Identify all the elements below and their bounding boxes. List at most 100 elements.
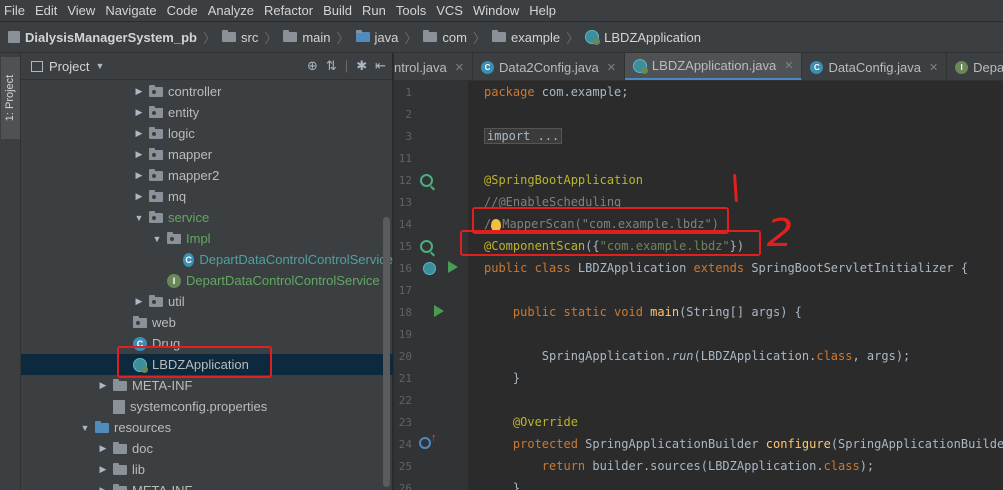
gear-icon[interactable]: ✱ (356, 58, 367, 74)
tree-item[interactable]: ▶ META-INF (21, 375, 393, 396)
tree-item[interactable]: ▶ controller (21, 81, 393, 102)
project-tool-tab[interactable]: 1: Project (1, 57, 20, 139)
spring-bean-icon[interactable] (420, 240, 433, 253)
project-view-icon (31, 60, 43, 72)
code-editor[interactable]: package com.example; import ... @SpringB… (468, 81, 1003, 490)
line-number: 23 (398, 416, 412, 429)
expand-arrow-icon[interactable]: ▶ (97, 464, 109, 475)
spring-app-gutter-icon[interactable] (423, 262, 436, 275)
line-number: 22 (398, 394, 412, 407)
menu-item-tools[interactable]: Tools (396, 3, 432, 18)
menu-item-view[interactable]: View (67, 3, 101, 18)
menu-item-run[interactable]: Run (362, 3, 392, 18)
run-icon[interactable] (434, 305, 444, 317)
expand-arrow-open-icon[interactable]: ▼ (79, 423, 91, 433)
interface-icon: I (167, 273, 181, 288)
tree-item[interactable]: ▶ doc (21, 438, 393, 459)
code-line-1: package com.example; (484, 85, 629, 99)
expand-arrow-icon[interactable]: ▶ (133, 170, 145, 181)
code-line-25: return builder.sources(LBDZApplication.c… (541, 459, 875, 473)
tree-item[interactable]: ▼ Impl (21, 228, 393, 249)
expand-arrow-icon[interactable]: ▶ (133, 107, 145, 118)
tree-item[interactable]: ▶ entity (21, 102, 393, 123)
expand-arrow-icon[interactable]: ▶ (97, 443, 109, 454)
breadcrumb-project[interactable]: DialysisManagerSystem_pb (8, 30, 197, 45)
tree-item[interactable]: ▶CDepartDataControlControlService (21, 249, 393, 270)
hide-icon[interactable]: ⇤ (375, 58, 386, 74)
menu-item-build[interactable]: Build (323, 3, 358, 18)
expand-arrow-open-icon[interactable]: ▼ (133, 213, 145, 223)
tree-item[interactable]: ▶ mapper2 (21, 165, 393, 186)
menu-item-help[interactable]: Help (529, 3, 562, 18)
expand-arrow-icon[interactable]: ▶ (133, 191, 145, 202)
tree-item-label: DepartDataControlControlService (199, 252, 393, 267)
expand-arrow-icon[interactable]: ▶ (133, 128, 145, 139)
expand-arrow-open-icon[interactable]: ▼ (151, 234, 163, 244)
breadcrumb-item-main[interactable]: main (283, 30, 331, 45)
menu-item-navigate[interactable]: Navigate (105, 3, 162, 18)
editor-tab-label: DataConfig.java (828, 59, 921, 75)
menu-item-vcs[interactable]: VCS (436, 3, 469, 18)
menu-item-code[interactable]: Code (167, 3, 204, 18)
breadcrumb-label: example (511, 29, 561, 45)
breadcrumb-item-file[interactable]: LBDZApplication (585, 30, 701, 45)
editor-tab[interactable]: LBDZApplication.java ✕ (624, 53, 803, 80)
tree-item[interactable]: ▶ lib (21, 459, 393, 480)
editor-gutter: ↑ 1 2 3 11 12 13 14 15 16 17 18 19 20 21 22 23 24 25 26 (394, 81, 480, 490)
breadcrumb-item-com[interactable]: com (423, 30, 467, 45)
close-icon[interactable]: ✕ (929, 61, 938, 74)
dropdown-caret-icon[interactable]: ▼ (95, 61, 104, 71)
menu-item-window[interactable]: Window (473, 3, 525, 18)
expand-arrow-icon[interactable]: ▶ (133, 149, 145, 160)
tree-item[interactable]: ▶ mapper (21, 144, 393, 165)
package-icon (167, 231, 181, 244)
tree-item-label: DepartDataControlControlService (186, 273, 380, 288)
tree-item[interactable]: ▼ service (21, 207, 393, 228)
override-icon[interactable] (419, 437, 431, 449)
editor-tab[interactable]: ntrol.java ✕ (394, 53, 473, 80)
editor-tab-label: ntrol.java (394, 59, 447, 75)
tree-item[interactable]: ▼ resources (21, 417, 393, 438)
tree-item-label: service (168, 210, 210, 225)
collapse-icon[interactable]: ⇅ (326, 58, 337, 74)
code-line-26: } (512, 481, 521, 490)
project-panel-header: Project ▼ ⊕ ⇅ | ✱ ⇤ (21, 53, 392, 80)
close-icon[interactable]: ✕ (607, 61, 616, 74)
tree-item[interactable]: ▶systemconfig.properties (21, 396, 393, 417)
menu-item-refactor[interactable]: Refactor (264, 3, 319, 18)
expand-arrow-icon[interactable]: ▶ (133, 86, 145, 97)
breadcrumb-item-java[interactable]: java (355, 30, 398, 45)
expand-arrow-icon[interactable]: ▶ (133, 296, 145, 307)
breadcrumb-separator: 〉 (566, 30, 580, 46)
tree-item[interactable]: ▶web (21, 312, 393, 333)
breadcrumb-separator: 〉 (202, 30, 216, 46)
spring-bean-icon[interactable] (420, 174, 433, 187)
expand-arrow-icon[interactable]: ▶ (97, 380, 109, 391)
tree-item[interactable]: ▶IDepartDataControlControlService (21, 270, 393, 291)
locate-icon[interactable]: ⊕ (307, 58, 318, 74)
line-number: 15 (398, 240, 412, 253)
editor-tab[interactable]: I DepartD (947, 53, 1003, 80)
tree-item[interactable]: ▶ logic (21, 123, 393, 144)
editor-tab[interactable]: C DataConfig.java ✕ (802, 53, 948, 80)
run-icon[interactable] (448, 261, 458, 273)
folded-imports[interactable]: import ... (484, 128, 563, 144)
editor-tab[interactable]: C Data2Config.java ✕ (473, 53, 625, 80)
menu-item-edit[interactable]: Edit (35, 3, 63, 18)
expand-arrow-icon[interactable]: ▶ (97, 485, 109, 490)
tree-item-label: META-INF (132, 378, 193, 393)
close-icon[interactable]: ✕ (455, 61, 464, 74)
menu-item-analyze[interactable]: Analyze (208, 3, 260, 18)
close-icon[interactable]: ✕ (784, 59, 793, 72)
menu-item-file[interactable]: File (4, 3, 31, 18)
package-icon (149, 294, 163, 307)
folder-icon (221, 30, 236, 42)
breadcrumb-separator: 〉 (404, 30, 418, 46)
project-panel: Project ▼ ⊕ ⇅ | ✱ ⇤ ▶ controller ▶ entity ▶ l… (21, 53, 393, 490)
tree-item[interactable]: ▶ META-INF (21, 480, 393, 490)
breadcrumb-item-src[interactable]: src (221, 30, 258, 45)
project-panel-title[interactable]: Project (49, 59, 89, 74)
tree-item[interactable]: ▶ util (21, 291, 393, 312)
tree-item[interactable]: ▶ mq (21, 186, 393, 207)
breadcrumb-item-example[interactable]: example (492, 30, 560, 45)
